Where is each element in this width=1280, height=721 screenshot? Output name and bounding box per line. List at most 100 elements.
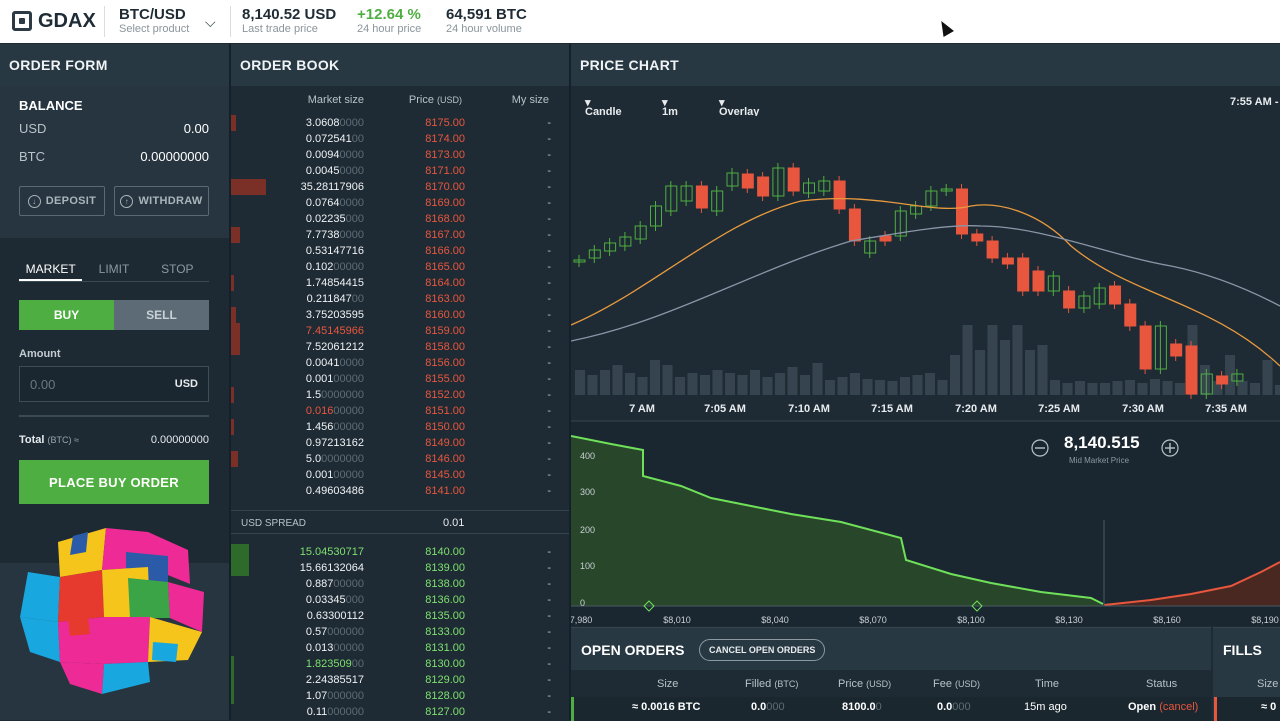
bid-row[interactable]: 2.24385517 8129.00 - — [231, 672, 569, 688]
size-padding: 0000 — [339, 357, 364, 369]
last-trade-price: 8,140.52 USD Last trade price — [242, 6, 336, 36]
withdraw-button[interactable]: ↑ WITHDRAW — [114, 186, 209, 216]
tab-stop[interactable]: STOP — [146, 262, 209, 281]
ask-row[interactable]: 1.45600000 8150.00 - — [231, 419, 569, 435]
amount-input[interactable]: 0.00 USD — [19, 366, 209, 402]
bid-row[interactable]: 0.57000000 8133.00 - — [231, 624, 569, 640]
size-value: 2.24385517 — [305, 674, 364, 686]
size-value: 0.53147716 — [305, 245, 364, 257]
gdax-logo[interactable]: GDAX — [12, 9, 96, 33]
bid-row[interactable]: 0.11000000 8127.00 - — [231, 704, 569, 720]
order-size: ≈ 0.0016 BTC — [632, 701, 701, 713]
ask-row[interactable]: 0.07640000 8169.00 - — [231, 195, 569, 211]
ask-row[interactable]: 35.28117906 8170.00 - — [231, 179, 569, 195]
my-size: - — [547, 181, 551, 193]
bid-row[interactable]: 15.04530717 8140.00 - — [231, 544, 569, 560]
col-fee-label: Fee — [933, 678, 952, 690]
price-header-unit: (USD) — [437, 95, 462, 105]
volume-bar — [1175, 383, 1185, 395]
ask-row[interactable]: 3.06080000 8175.00 - — [231, 115, 569, 131]
my-size: - — [547, 245, 551, 257]
ask-row[interactable]: 7.52061212 8158.00 - — [231, 339, 569, 355]
volume-bar — [1012, 325, 1023, 395]
tab-limit[interactable]: LIMIT — [82, 262, 145, 281]
price-chart-canvas[interactable]: 7 AM 7:05 AM 7:10 AM 7:15 AM 7:20 AM 7:25 AM 7… — [571, 86, 1280, 626]
ask-row[interactable]: 0.00100000 8145.00 - — [231, 467, 569, 483]
ask-row[interactable]: 0.00450000 8171.00 - — [231, 163, 569, 179]
volume-bar — [850, 373, 860, 395]
bid-row[interactable]: 0.01300000 8131.00 - — [231, 640, 569, 656]
price-value: 8146.00 — [425, 453, 465, 465]
usd-label: USD — [19, 121, 47, 136]
ask-row[interactable]: 0.01600000 8151.00 - — [231, 403, 569, 419]
buy-button[interactable]: BUY — [19, 300, 114, 330]
bid-row[interactable]: 1.82350900 8130.00 - — [231, 656, 569, 672]
market-size: 0.01600000 — [306, 405, 364, 417]
amount-unit: USD — [174, 378, 198, 390]
ask-row[interactable]: 0.10200000 8165.00 - — [231, 259, 569, 275]
price-value: 8160.00 — [425, 309, 465, 321]
ask-row[interactable]: 3.75203595 8160.00 - — [231, 307, 569, 323]
volume-bar — [600, 370, 610, 395]
bid-row[interactable]: 15.66132064 8139.00 - — [231, 560, 569, 576]
tab-market[interactable]: MARKET — [19, 262, 83, 281]
market-size: 0.00450000 — [306, 165, 364, 177]
open-orders-header: OPEN ORDERS CANCEL OPEN ORDERS — [571, 628, 1211, 670]
logo-text: GDAX — [38, 9, 96, 32]
ask-row[interactable]: 0.00940000 8173.00 - — [231, 147, 569, 163]
price-value: 8149.00 — [425, 437, 465, 449]
size-value: 0.001 — [305, 373, 334, 385]
volume-bar — [862, 379, 873, 395]
ask-row[interactable]: 0.00410000 8156.00 - — [231, 355, 569, 371]
ask-row[interactable]: 0.07254100 8174.00 - — [231, 131, 569, 147]
ask-row[interactable]: 0.97213162 8149.00 - — [231, 435, 569, 451]
market-size: 7.52061212 — [306, 341, 364, 353]
my-size: - — [547, 357, 551, 369]
market-size: 1.74854415 — [306, 277, 364, 289]
my-size: - — [547, 229, 551, 241]
market-size: 35.28117906 — [301, 181, 364, 193]
ask-row[interactable]: 0.02235000 8168.00 - — [231, 211, 569, 227]
ask-row[interactable]: 0.49603486 8141.00 - — [231, 483, 569, 499]
bid-row[interactable]: 0.88700000 8138.00 - — [231, 576, 569, 592]
ask-row[interactable]: 1.50000000 8152.00 - — [231, 387, 569, 403]
ask-row[interactable]: 7.45145966 8159.00 - — [231, 323, 569, 339]
volume-bar — [925, 373, 935, 395]
volume-bar — [1075, 381, 1085, 395]
bid-row[interactable]: 1.07000000 8128.00 - — [231, 688, 569, 704]
size-value: 1.456 — [305, 421, 334, 433]
bid-row[interactable]: 0.03345000 8136.00 - — [231, 592, 569, 608]
volume-bar — [1262, 360, 1273, 395]
my-size: - — [547, 261, 551, 273]
col-time: Time — [1035, 678, 1060, 690]
cancel-order-link[interactable]: (cancel) — [1159, 701, 1198, 713]
col-filled-unit: (BTC) — [774, 679, 799, 689]
ask-row[interactable]: 7.77380000 8167.00 - — [231, 227, 569, 243]
ask-row[interactable]: 5.00000000 8146.00 - — [231, 451, 569, 467]
chevron-down-icon[interactable]: ⌵ — [205, 14, 216, 31]
col-filled: Filled (BTC) — [745, 678, 798, 690]
depth-bar — [231, 560, 250, 576]
bid-row[interactable]: 0.63300112 8135.00 - — [231, 608, 569, 624]
ask-row[interactable]: 0.21184700 8163.00 - — [231, 291, 569, 307]
sell-button[interactable]: SELL — [114, 300, 209, 330]
size-value: 0.02235 — [305, 213, 346, 225]
order-entry: MARKET LIMIT STOP BUY SELL Amount 0.00 U… — [0, 238, 230, 563]
volume-bar — [662, 365, 673, 395]
total-unit: (BTC) ≈ — [47, 435, 79, 445]
product-selector[interactable]: BTC/USD Select product — [119, 6, 189, 36]
fills-panel: FILLS Size ≈ 0 — [1213, 627, 1280, 721]
volume-label: 24 hour volume — [446, 23, 522, 35]
depth-bar — [231, 323, 241, 339]
fills-size-value: ≈ 0 — [1261, 701, 1277, 713]
cancel-open-orders-button[interactable]: CANCEL OPEN ORDERS — [699, 639, 826, 661]
ask-row[interactable]: 0.53147716 8166.00 - — [231, 243, 569, 259]
mouse-cursor-icon — [936, 18, 954, 37]
volume-bar — [1112, 381, 1123, 395]
deposit-button[interactable]: ↓ DEPOSIT — [19, 186, 105, 216]
ask-row[interactable]: 1.74854415 8164.00 - — [231, 275, 569, 291]
market-size: 0.11000000 — [307, 706, 364, 718]
place-buy-order-button[interactable]: PLACE BUY ORDER — [19, 460, 209, 504]
ask-row[interactable]: 0.00100000 8155.00 - — [231, 371, 569, 387]
candle — [879, 235, 892, 242]
